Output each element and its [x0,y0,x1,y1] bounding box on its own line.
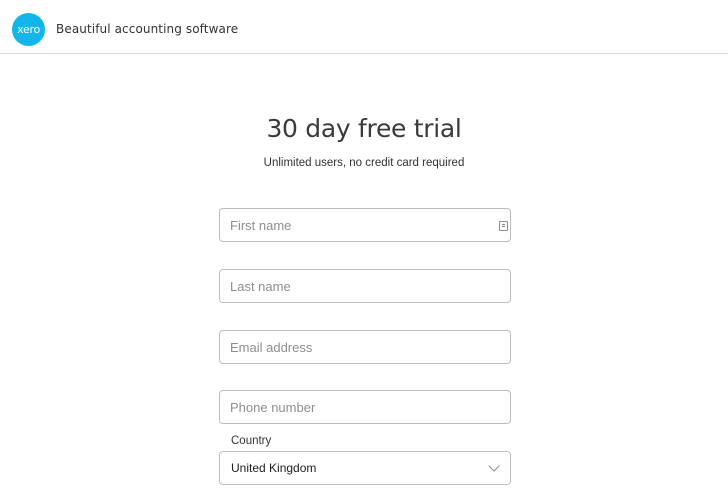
autofill-contact-card-icon[interactable] [499,221,508,231]
last-name-input[interactable] [219,269,511,303]
phone-input[interactable] [219,390,511,424]
country-selected-value: United Kingdom [231,461,317,475]
email-input[interactable] [219,330,511,364]
chevron-down-icon [488,460,500,472]
country-select[interactable]: United Kingdom [219,451,511,485]
header-tagline: Beautiful accounting software [56,22,239,36]
country-label: Country [231,435,272,447]
page-subtitle: Unlimited users, no credit card required [263,157,465,169]
page-title: 30 day free trial [266,114,462,143]
xero-logo[interactable]: xero [12,13,45,46]
first-name-input[interactable] [219,208,511,242]
page-header: xero Beautiful accounting software [0,0,728,54]
